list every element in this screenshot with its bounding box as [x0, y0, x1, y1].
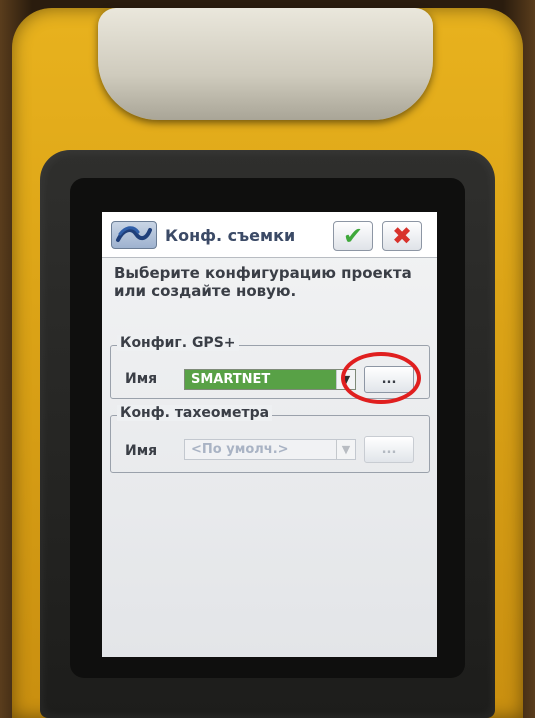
dropdown-arrow-icon[interactable]: ▼ [336, 440, 355, 459]
gps-name-label: Имя [125, 371, 158, 387]
device-screen: Конф. съемки ✔ ✖ Выберите конфигурацию п… [102, 212, 437, 657]
instruction-text: Выберите конфигурацию проекта или создай… [114, 264, 412, 300]
ts-config-select[interactable]: <По умолч.> ▼ [184, 439, 356, 460]
device-top-cap [98, 8, 433, 120]
title-bar: Конф. съемки ✔ ✖ [102, 212, 437, 258]
ts-group-legend: Конф. тахеометра [117, 405, 273, 421]
window-title: Конф. съемки [165, 226, 296, 245]
checkmark-icon: ✔ [342, 222, 364, 250]
ts-config-browse-button[interactable]: ... [364, 436, 414, 463]
red-annotation-circle [341, 352, 421, 404]
ts-config-value: <По умолч.> [191, 442, 289, 457]
ts-name-label: Имя [125, 443, 158, 459]
gps-config-value: SMARTNET [185, 370, 336, 389]
trimble-logo-icon[interactable] [111, 221, 157, 249]
close-x-icon: ✖ [391, 222, 413, 250]
cancel-button[interactable]: ✖ [382, 221, 422, 251]
total-station-config-group: Конф. тахеометра Имя <По умолч.> ▼ ... [110, 405, 430, 473]
accept-button[interactable]: ✔ [333, 221, 373, 251]
gps-group-legend: Конфиг. GPS+ [117, 335, 239, 351]
gps-config-select[interactable]: SMARTNET ▼ [184, 369, 356, 390]
